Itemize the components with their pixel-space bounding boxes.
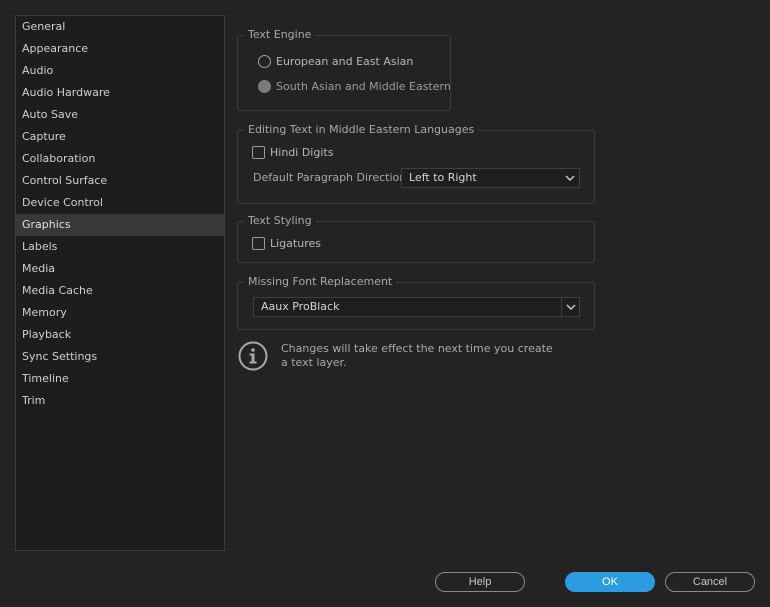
paragraph-direction-label: Default Paragraph Direction:	[253, 171, 410, 184]
sidebar-item-memory[interactable]: Memory	[16, 302, 224, 324]
middle-eastern-group: Editing Text in Middle Eastern Languages…	[237, 123, 595, 204]
chevron-down-icon	[561, 169, 579, 187]
info-icon	[238, 341, 268, 371]
chevron-down-icon	[561, 298, 579, 316]
text-styling-title: Text Styling	[244, 214, 316, 228]
middle-eastern-title: Editing Text in Middle Eastern Languages	[244, 123, 479, 137]
info-message: Changes will take effect the next time y…	[281, 342, 553, 369]
help-button[interactable]: Help	[435, 572, 525, 592]
radio-indicator-checked	[258, 79, 271, 93]
info-note: Changes will take effect the next time y…	[238, 341, 561, 371]
sidebar-item-capture[interactable]: Capture	[16, 126, 224, 148]
sidebar-item-playback[interactable]: Playback	[16, 324, 224, 346]
radio-indicator	[258, 54, 271, 68]
sidebar-item-timeline[interactable]: Timeline	[16, 368, 224, 390]
sidebar-item-labels[interactable]: Labels	[16, 236, 224, 258]
cancel-button[interactable]: Cancel	[665, 572, 755, 592]
checkbox-label: Ligatures	[270, 236, 321, 250]
sidebar-item-audio[interactable]: Audio	[16, 60, 224, 82]
missing-font-dropdown[interactable]: Aaux ProBlack	[253, 297, 580, 317]
missing-font-group: Missing Font Replacement Aaux ProBlack	[237, 275, 595, 330]
sidebar-item-trim[interactable]: Trim	[16, 390, 224, 412]
text-engine-group: Text Engine European and East Asian Sout…	[237, 28, 451, 111]
checkbox-label: Hindi Digits	[270, 145, 334, 159]
sidebar-item-audio-hardware[interactable]: Audio Hardware	[16, 82, 224, 104]
sidebar-item-media[interactable]: Media	[16, 258, 224, 280]
ok-button[interactable]: OK	[565, 572, 655, 592]
radio-label: European and East Asian	[276, 54, 414, 68]
sidebar-item-graphics[interactable]: Graphics	[16, 214, 224, 236]
text-styling-group: Text Styling Ligatures	[237, 214, 595, 263]
sidebar-item-auto-save[interactable]: Auto Save	[16, 104, 224, 126]
ligatures-checkbox[interactable]: Ligatures	[252, 235, 321, 251]
checkbox-box	[252, 145, 265, 159]
radio-south-asian-middle-eastern[interactable]: South Asian and Middle Eastern	[258, 78, 451, 94]
sidebar-item-appearance[interactable]: Appearance	[16, 38, 224, 60]
hindi-digits-checkbox[interactable]: Hindi Digits	[252, 144, 333, 160]
paragraph-direction-dropdown[interactable]: Left to Right	[401, 168, 580, 188]
radio-label: South Asian and Middle Eastern	[276, 79, 451, 93]
radio-european-east-asian[interactable]: European and East Asian	[258, 53, 413, 69]
sidebar-item-collaboration[interactable]: Collaboration	[16, 148, 224, 170]
dropdown-value: Aaux ProBlack	[261, 300, 340, 313]
sidebar-item-general[interactable]: General	[16, 16, 224, 38]
preferences-sidebar: General Appearance Audio Audio Hardware Auto…	[15, 15, 225, 551]
sidebar-item-device-control[interactable]: Device Control	[16, 192, 224, 214]
missing-font-title: Missing Font Replacement	[244, 275, 397, 289]
checkbox-box	[252, 236, 265, 250]
text-engine-title: Text Engine	[244, 28, 316, 42]
sidebar-item-media-cache[interactable]: Media Cache	[16, 280, 224, 302]
sidebar-item-control-surface[interactable]: Control Surface	[16, 170, 224, 192]
sidebar-item-sync-settings[interactable]: Sync Settings	[16, 346, 224, 368]
dropdown-value: Left to Right	[409, 171, 477, 184]
